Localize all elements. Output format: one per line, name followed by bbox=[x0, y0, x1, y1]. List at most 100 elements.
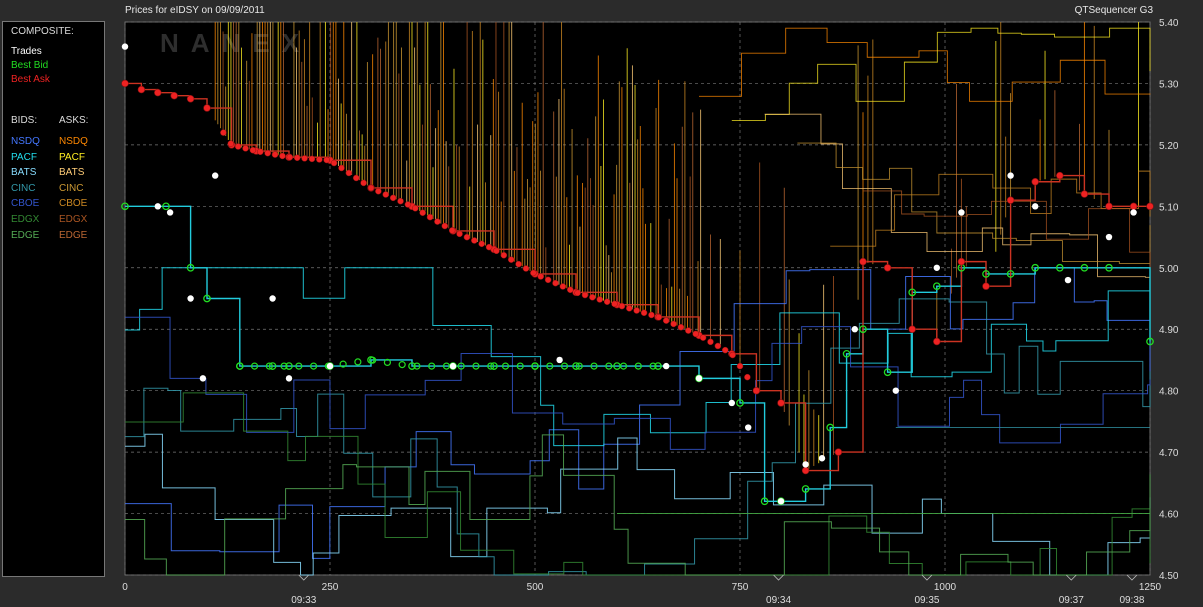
best-ask-point bbox=[463, 233, 471, 241]
y-tick-label: 4.70 bbox=[1159, 448, 1179, 459]
best-ask-point bbox=[714, 342, 722, 350]
best-ask-point bbox=[685, 327, 692, 334]
best-ask-point bbox=[316, 156, 323, 163]
best-ask-point bbox=[137, 85, 146, 94]
chart-window: Prices for eIDSY on 09/09/2011 QTSequenc… bbox=[0, 0, 1203, 607]
trade-point bbox=[154, 203, 161, 210]
best-ask-point bbox=[522, 265, 530, 272]
trade-point bbox=[269, 295, 276, 302]
time-marker bbox=[1126, 574, 1138, 581]
best-ask-point bbox=[485, 243, 493, 251]
best-ask-point bbox=[801, 466, 810, 475]
best-ask-point bbox=[611, 300, 618, 308]
best-ask-point bbox=[721, 346, 729, 354]
best-ask-point bbox=[345, 169, 353, 177]
trade-point bbox=[326, 362, 334, 370]
y-tick-label: 5.30 bbox=[1159, 79, 1179, 90]
best-ask-point bbox=[397, 197, 404, 205]
trade-point bbox=[802, 461, 809, 468]
best-ask-point bbox=[352, 174, 360, 182]
best-ask-point bbox=[227, 140, 235, 147]
y-tick-label: 5.20 bbox=[1159, 141, 1179, 152]
best-ask-point bbox=[404, 201, 412, 208]
time-marker bbox=[298, 574, 310, 581]
best-ask-point bbox=[301, 155, 308, 162]
trade-point bbox=[212, 172, 219, 179]
trade-point bbox=[1064, 276, 1072, 284]
time-tick-label: 09:38 bbox=[1119, 595, 1144, 606]
best-ask-point bbox=[338, 164, 345, 172]
best-ask-point bbox=[456, 230, 463, 238]
best-ask-point bbox=[957, 257, 966, 266]
best-ask-point bbox=[640, 309, 648, 317]
best-ask-point bbox=[603, 298, 611, 305]
best-ask-point bbox=[515, 260, 522, 268]
y-tick-label: 5.00 bbox=[1159, 264, 1179, 275]
trade-point bbox=[449, 362, 457, 370]
y-tick-label: 4.80 bbox=[1159, 387, 1179, 398]
trade-point bbox=[695, 375, 703, 382]
best-ask-point bbox=[412, 205, 419, 212]
best-ask-point bbox=[203, 104, 211, 112]
time-marker bbox=[1065, 574, 1077, 581]
best-ask-point bbox=[257, 148, 264, 156]
best-ask-point bbox=[389, 194, 397, 202]
best-ask-point bbox=[271, 151, 279, 158]
best-ask-point bbox=[286, 153, 294, 161]
best-ask-point bbox=[883, 264, 892, 272]
time-tick-label: 09:33 bbox=[291, 595, 316, 606]
best-ask-point bbox=[1006, 196, 1015, 204]
trade-point bbox=[728, 399, 735, 407]
best-ask-point bbox=[382, 191, 390, 198]
best-ask-point bbox=[293, 154, 301, 162]
trade-point bbox=[1032, 203, 1039, 210]
best-ask-point bbox=[220, 129, 227, 136]
trade-point bbox=[958, 209, 965, 216]
best-ask-point bbox=[234, 143, 242, 150]
best-ask-point bbox=[471, 237, 478, 244]
trade-point bbox=[663, 362, 670, 370]
best-ask-point bbox=[500, 251, 508, 259]
best-ask-point bbox=[589, 294, 596, 301]
best-ask-point bbox=[1129, 202, 1138, 211]
trade-point bbox=[933, 264, 940, 271]
y-tick-label: 4.90 bbox=[1159, 325, 1179, 336]
trade-point bbox=[556, 356, 563, 364]
best-ask-point bbox=[367, 184, 375, 192]
best-ask-point bbox=[441, 222, 449, 230]
trade-point bbox=[777, 498, 785, 505]
best-ask-point bbox=[493, 247, 500, 255]
best-ask-point bbox=[360, 179, 367, 187]
trade-point bbox=[187, 295, 194, 302]
best-ask-point bbox=[707, 338, 714, 346]
x-tick-label: 500 bbox=[527, 582, 544, 593]
best-ask-point bbox=[1105, 202, 1113, 211]
trade-point bbox=[166, 209, 174, 216]
best-ask-point bbox=[655, 314, 663, 321]
y-tick-label: 5.40 bbox=[1159, 18, 1179, 29]
best-ask-point bbox=[670, 320, 677, 328]
best-ask-point bbox=[859, 257, 867, 266]
best-ask-point bbox=[507, 256, 515, 263]
trade-point bbox=[745, 424, 752, 431]
best-ask-point bbox=[633, 307, 640, 314]
price-chart: NANEX 0 250 500 750 1000 1250 09:33 09:34 09:35 09… bbox=[121, 18, 1179, 606]
trade-point bbox=[892, 387, 899, 394]
best-ask-point bbox=[308, 155, 316, 163]
time-tick-label: 09:37 bbox=[1059, 595, 1084, 606]
best-ask-point bbox=[699, 334, 707, 341]
best-ask-point bbox=[242, 145, 249, 152]
best-ask-point bbox=[982, 282, 990, 290]
time-marker bbox=[773, 574, 784, 581]
best-ask-point bbox=[567, 286, 574, 294]
best-ask-point bbox=[249, 146, 257, 154]
best-ask-point bbox=[279, 152, 286, 160]
best-ask-point bbox=[530, 269, 537, 277]
best-ask-point bbox=[834, 448, 843, 456]
time-tick-label: 09:34 bbox=[766, 595, 791, 606]
best-ask-point bbox=[1080, 190, 1089, 198]
best-ask-point bbox=[264, 149, 271, 157]
best-ask-point bbox=[777, 399, 785, 407]
best-ask-point bbox=[419, 209, 426, 216]
best-ask-point bbox=[692, 330, 699, 338]
